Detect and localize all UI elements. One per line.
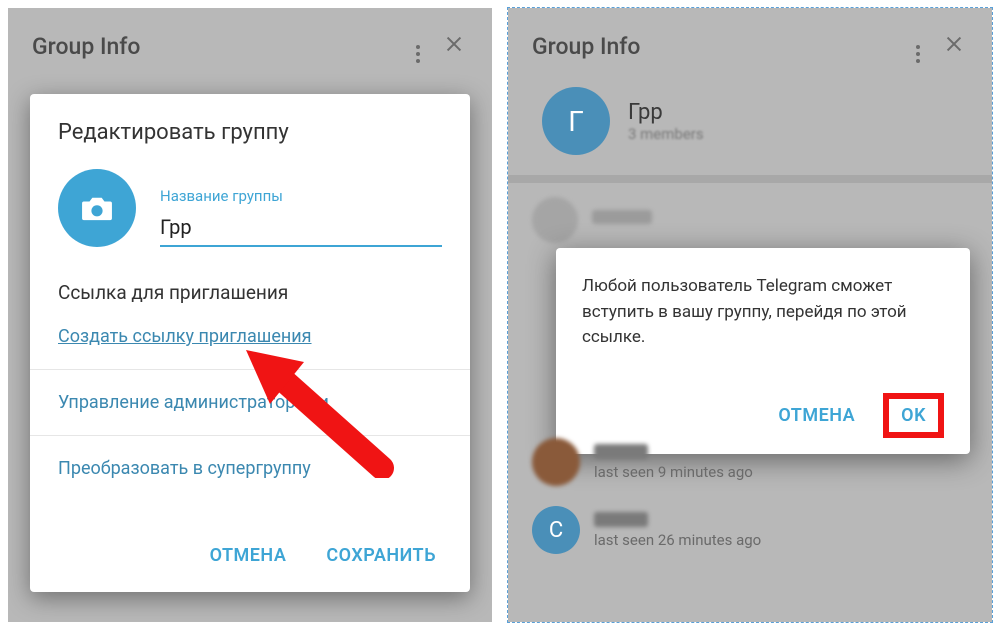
save-button[interactable]: СОХРАНИТЬ	[320, 537, 442, 574]
member-name-blurred	[594, 444, 648, 459]
group-photo-button[interactable]	[58, 169, 136, 247]
group-name-row: Название группы	[58, 169, 442, 247]
group-summary: Г Грр 3 members	[508, 81, 992, 175]
more-icon[interactable]	[900, 30, 936, 63]
avatar	[532, 438, 580, 486]
member-status: last seen 9 minutes ago	[594, 463, 968, 481]
avatar: С	[532, 506, 580, 554]
create-invite-link[interactable]: Создать ссылку приглашения	[58, 322, 442, 351]
right-screenshot: Group Info Г Грр 3 members Любой пользов…	[508, 8, 992, 622]
left-header: Group Info	[8, 8, 492, 81]
group-name-input[interactable]	[160, 211, 442, 247]
confirm-dialog: Любой пользователь Telegram сможет вступ…	[556, 248, 970, 454]
member-status: last seen 26 minutes ago	[594, 531, 968, 549]
camera-icon	[80, 194, 114, 222]
members-strip-blurred	[508, 183, 992, 257]
convert-supergroup-link[interactable]: Преобразовать в супергруппу	[58, 454, 442, 483]
dialog-title: Редактировать группу	[58, 120, 442, 145]
edit-group-dialog: Редактировать группу Название группы Ссы…	[30, 94, 470, 592]
invite-section-header: Ссылка для приглашения	[58, 281, 442, 304]
member-name-blurred	[594, 512, 648, 527]
cancel-button[interactable]: ОТМЕНА	[204, 537, 293, 574]
group-name-label: Название группы	[160, 187, 442, 205]
right-header: Group Info	[508, 8, 992, 81]
members-list: last seen 9 minutes ago С last seen 26 m…	[508, 428, 992, 622]
group-name: Грр	[628, 100, 704, 125]
right-header-title: Group Info	[532, 33, 900, 60]
member-row[interactable]: С last seen 26 minutes ago	[532, 496, 968, 564]
group-avatar[interactable]: Г	[542, 87, 610, 155]
left-header-title: Group Info	[32, 33, 400, 60]
more-icon[interactable]	[400, 30, 436, 63]
confirm-text: Любой пользователь Telegram сможет вступ…	[582, 274, 944, 351]
ok-button[interactable]: OK	[897, 403, 930, 428]
close-icon[interactable]	[436, 33, 472, 61]
manage-admins-link[interactable]: Управление администраторами	[58, 388, 442, 417]
left-screenshot: Group Info Редактировать группу Название…	[8, 8, 492, 622]
group-members-count: 3 members	[628, 125, 704, 143]
close-icon[interactable]	[936, 33, 972, 61]
member-row[interactable]: last seen 9 minutes ago	[532, 428, 968, 496]
